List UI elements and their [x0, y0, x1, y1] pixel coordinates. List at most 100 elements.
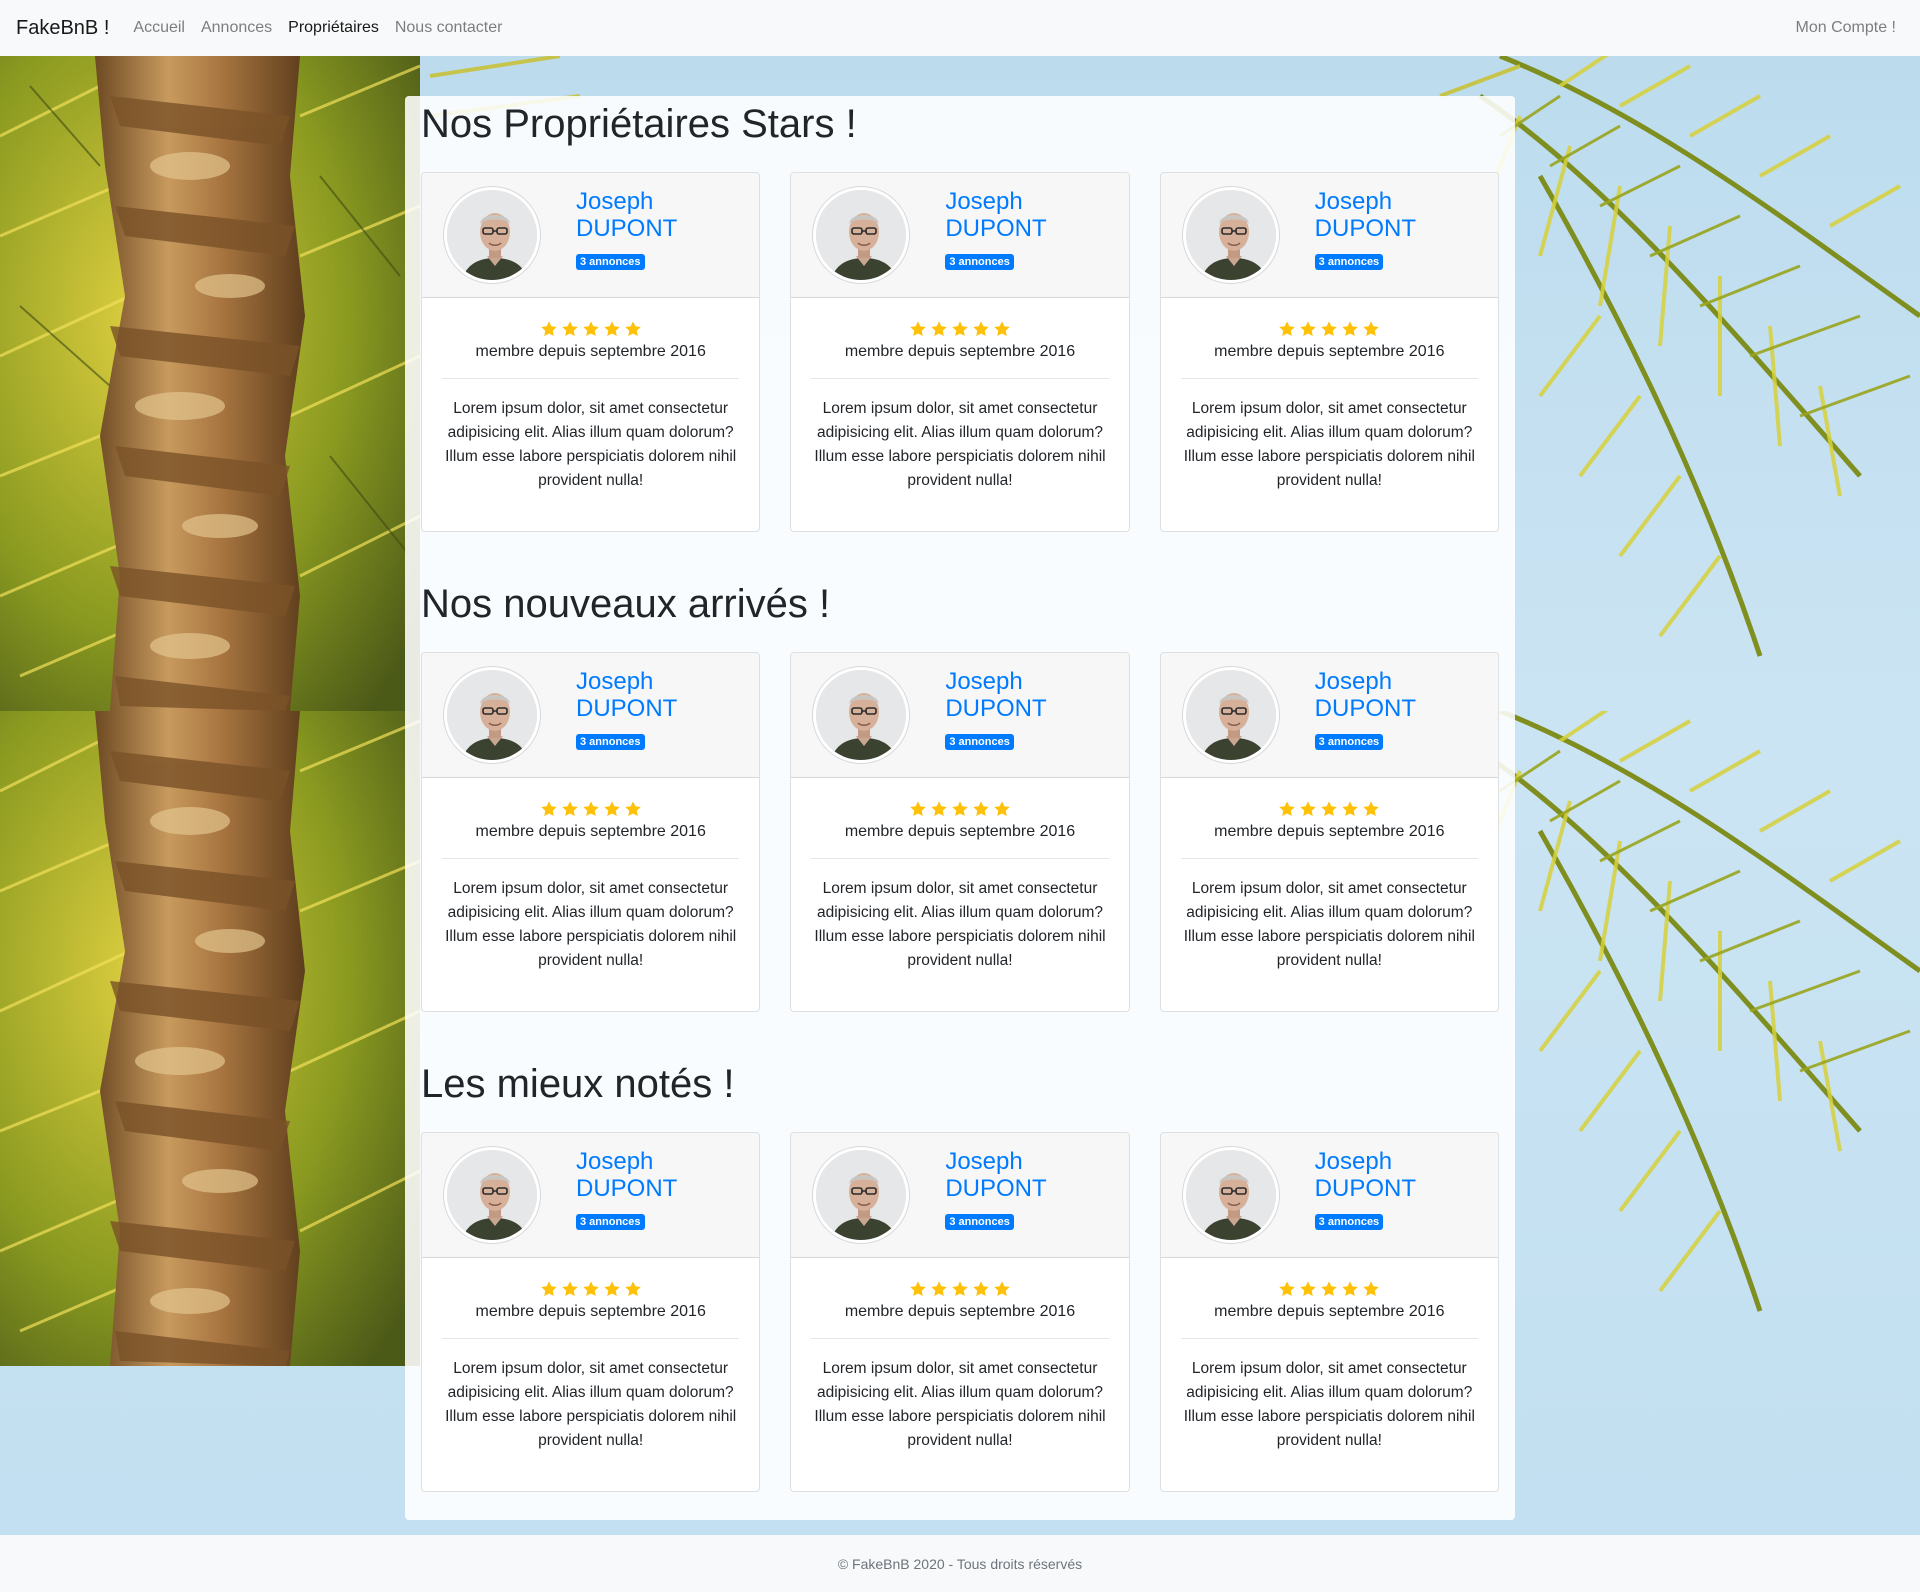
- owner-card-header: Joseph DUPONT 3 annonces: [1160, 1133, 1498, 1258]
- listings-count-badge[interactable]: 3 annonces: [576, 734, 645, 750]
- owner-first-name[interactable]: Joseph: [576, 188, 677, 215]
- owner-info: Joseph DUPONT 3 annonces: [576, 667, 677, 750]
- star-icon: [910, 321, 926, 337]
- star-icon: [973, 321, 989, 337]
- owner-last-name[interactable]: DUPONT: [576, 1175, 677, 1202]
- owner-card[interactable]: Joseph DUPONT 3 annonces membre depuis s…: [421, 1132, 761, 1492]
- owner-avatar[interactable]: [444, 1147, 540, 1243]
- listings-count-badge[interactable]: 3 annonces: [945, 254, 1014, 270]
- listings-count-badge[interactable]: 3 annonces: [1314, 254, 1384, 270]
- star-icon: [994, 321, 1010, 337]
- owners-section: Nos nouveaux arrivés ! Joseph DUPONT 3 a…: [421, 580, 1499, 1012]
- owner-card-header: Joseph DUPONT 3 annonces: [422, 1133, 760, 1258]
- owner-avatar[interactable]: [813, 187, 910, 283]
- owner-avatar[interactable]: [1182, 667, 1279, 763]
- owner-last-name[interactable]: DUPONT: [945, 215, 1046, 242]
- owner-last-name[interactable]: DUPONT: [576, 695, 677, 722]
- owner-card[interactable]: Joseph DUPONT 3 annonces membre depuis s…: [790, 172, 1130, 532]
- star-icon: [1342, 1281, 1359, 1297]
- brand-logo[interactable]: FakeBnB !: [16, 17, 109, 40]
- owners-section: Nos Propriétaires Stars ! Joseph DUPONT …: [421, 100, 1499, 532]
- star-icon: [624, 321, 641, 337]
- owner-first-name[interactable]: Joseph: [576, 668, 677, 695]
- star-icon: [931, 1281, 947, 1297]
- owner-avatar[interactable]: [444, 187, 540, 283]
- owner-avatar[interactable]: [444, 667, 540, 763]
- rating-stars: [442, 320, 739, 338]
- owner-last-name[interactable]: DUPONT: [576, 215, 677, 242]
- star-icon: [1300, 321, 1317, 337]
- owner-card-header: Joseph DUPONT 3 annonces: [422, 653, 760, 778]
- member-since: membre depuis septembre 2016: [475, 823, 706, 840]
- owner-first-name[interactable]: Joseph: [1315, 668, 1416, 695]
- nav-link-accueil[interactable]: Accueil: [133, 19, 185, 37]
- owner-avatar[interactable]: [1182, 1147, 1279, 1243]
- star-icon: [540, 801, 557, 817]
- owner-card[interactable]: Joseph DUPONT 3 annonces membre depuis s…: [1159, 172, 1499, 532]
- star-icon: [952, 1281, 968, 1297]
- owner-card[interactable]: Joseph DUPONT 3 annonces membre depuis s…: [790, 1132, 1130, 1492]
- star-icon: [624, 801, 641, 817]
- owner-last-name[interactable]: DUPONT: [1315, 695, 1416, 722]
- listings-count-badge[interactable]: 3 annonces: [576, 1214, 645, 1230]
- owner-first-name[interactable]: Joseph: [1315, 188, 1416, 215]
- owner-avatar[interactable]: [813, 1147, 910, 1243]
- member-since: membre depuis septembre 2016: [475, 343, 706, 360]
- listings-count-badge[interactable]: 3 annonces: [576, 254, 645, 270]
- nav-link-proprietaires[interactable]: Propriétaires: [288, 19, 379, 37]
- member-since: membre depuis septembre 2016: [475, 1303, 706, 1320]
- owner-avatar[interactable]: [813, 667, 910, 763]
- divider: [811, 378, 1109, 379]
- owner-card-body: membre depuis septembre 2016 Lorem ipsum…: [1161, 778, 1498, 973]
- owner-description: Lorem ipsum dolor, sit amet consectetur …: [814, 1360, 1106, 1449]
- listings-count-badge[interactable]: 3 annonces: [945, 1214, 1014, 1230]
- owner-last-name[interactable]: DUPONT: [945, 1175, 1046, 1202]
- owner-card[interactable]: Joseph DUPONT 3 annonces membre depuis s…: [790, 652, 1130, 1012]
- owner-card[interactable]: Joseph DUPONT 3 annonces membre depuis s…: [1159, 652, 1499, 1012]
- owner-last-name[interactable]: DUPONT: [945, 695, 1046, 722]
- owner-last-name[interactable]: DUPONT: [1315, 1175, 1416, 1202]
- footer-copyright: © FakeBnB 2020 - Tous droits réservés: [837, 1555, 1083, 1572]
- owner-info: Joseph DUPONT 3 annonces: [576, 1147, 677, 1230]
- star-icon: [1342, 801, 1359, 817]
- avatar-portrait-icon: [816, 670, 907, 760]
- section-title: Nos Propriétaires Stars !: [421, 102, 857, 146]
- owner-description: Lorem ipsum dolor, sit amet consectetur …: [445, 880, 737, 969]
- star-icon: [603, 801, 620, 817]
- divider: [811, 1338, 1109, 1339]
- owner-description: Lorem ipsum dolor, sit amet consectetur …: [814, 400, 1106, 489]
- listings-count-badge[interactable]: 3 annonces: [1314, 1214, 1384, 1230]
- nav-link-contact[interactable]: Nous contacter: [395, 19, 503, 37]
- owner-card-body: membre depuis septembre 2016 Lorem ipsum…: [422, 298, 759, 493]
- owner-card-body: membre depuis septembre 2016 Lorem ipsum…: [791, 298, 1128, 493]
- nav-link-annonces[interactable]: Annonces: [201, 19, 272, 37]
- owner-info: Joseph DUPONT 3 annonces: [945, 667, 1047, 750]
- cards-row: Joseph DUPONT 3 annonces membre depuis s…: [421, 652, 1499, 1012]
- star-icon: [1300, 1281, 1317, 1297]
- star-icon: [1279, 321, 1296, 337]
- owner-card[interactable]: Joseph DUPONT 3 annonces membre depuis s…: [1159, 1132, 1499, 1492]
- divider: [811, 858, 1109, 859]
- owner-first-name[interactable]: Joseph: [1315, 1148, 1416, 1175]
- cards-row: Joseph DUPONT 3 annonces membre depuis s…: [421, 1132, 1499, 1492]
- account-menu-link[interactable]: Mon Compte !: [1796, 19, 1896, 37]
- star-icon: [1363, 321, 1380, 337]
- owner-card[interactable]: Joseph DUPONT 3 annonces membre depuis s…: [421, 652, 761, 1012]
- owner-card[interactable]: Joseph DUPONT 3 annonces membre depuis s…: [421, 172, 761, 532]
- owner-first-name[interactable]: Joseph: [945, 668, 1046, 695]
- owner-avatar[interactable]: [1182, 187, 1279, 283]
- star-icon: [540, 1281, 557, 1297]
- member-since: membre depuis septembre 2016: [1214, 343, 1445, 360]
- listings-count-badge[interactable]: 3 annonces: [1314, 734, 1384, 750]
- listings-count-badge[interactable]: 3 annonces: [945, 734, 1014, 750]
- owner-first-name[interactable]: Joseph: [945, 1148, 1046, 1175]
- star-icon: [1321, 801, 1338, 817]
- owner-first-name[interactable]: Joseph: [576, 1148, 677, 1175]
- rating-stars: [811, 800, 1108, 818]
- owner-card-header: Joseph DUPONT 3 annonces: [1160, 653, 1498, 778]
- owner-first-name[interactable]: Joseph: [945, 188, 1046, 215]
- star-icon: [973, 1281, 989, 1297]
- rating-stars: [442, 800, 739, 818]
- rating-stars: [811, 320, 1108, 338]
- owner-last-name[interactable]: DUPONT: [1315, 215, 1416, 242]
